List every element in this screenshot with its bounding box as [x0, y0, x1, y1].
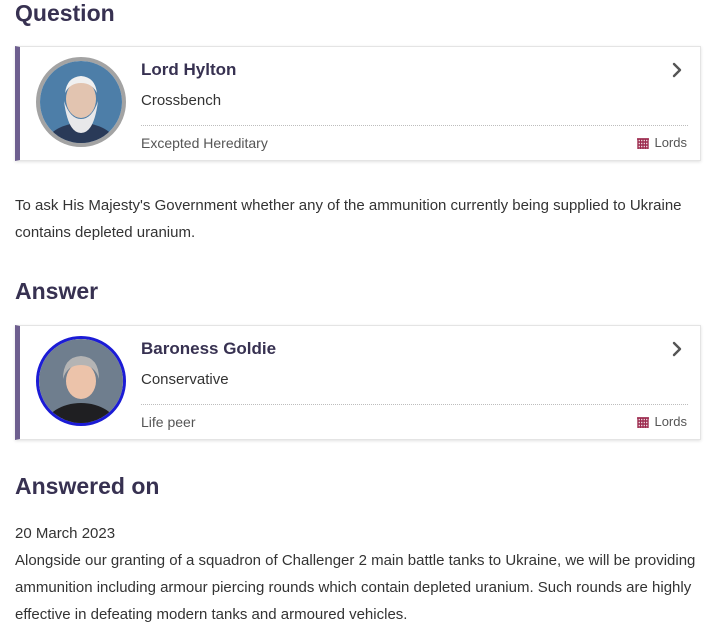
chevron-right-icon[interactable] — [668, 340, 686, 358]
divider — [141, 125, 688, 126]
member-party: Crossbench — [141, 92, 222, 109]
member-card-answer[interactable]: Baroness Goldie Conservative Life peer L… — [15, 325, 701, 440]
avatar — [36, 336, 126, 426]
member-name[interactable]: Lord Hylton — [141, 60, 236, 80]
member-type: Excepted Hereditary — [141, 135, 268, 151]
member-card-question[interactable]: Lord Hylton Crossbench Excepted Heredita… — [15, 46, 701, 161]
chevron-right-icon[interactable] — [668, 61, 686, 79]
house-label: Lords — [636, 414, 687, 429]
answer-date: 20 March 2023 — [15, 525, 116, 542]
house-name: Lords — [654, 135, 687, 150]
question-text: To ask His Majesty's Government whether … — [15, 197, 682, 241]
answered-on-heading: Answered on — [15, 473, 160, 499]
answer-text: Alongside our granting of a squadron of … — [15, 552, 696, 623]
member-type: Life peer — [141, 414, 196, 430]
divider — [141, 404, 688, 405]
answer-heading: Answer — [15, 278, 99, 304]
question-heading: Question — [15, 0, 115, 26]
house-label: Lords — [636, 135, 687, 150]
portcullis-icon — [637, 416, 650, 428]
avatar — [36, 57, 126, 147]
member-name[interactable]: Baroness Goldie — [141, 339, 276, 359]
house-name: Lords — [654, 414, 687, 429]
portcullis-icon — [637, 137, 650, 149]
member-party: Conservative — [141, 371, 229, 388]
